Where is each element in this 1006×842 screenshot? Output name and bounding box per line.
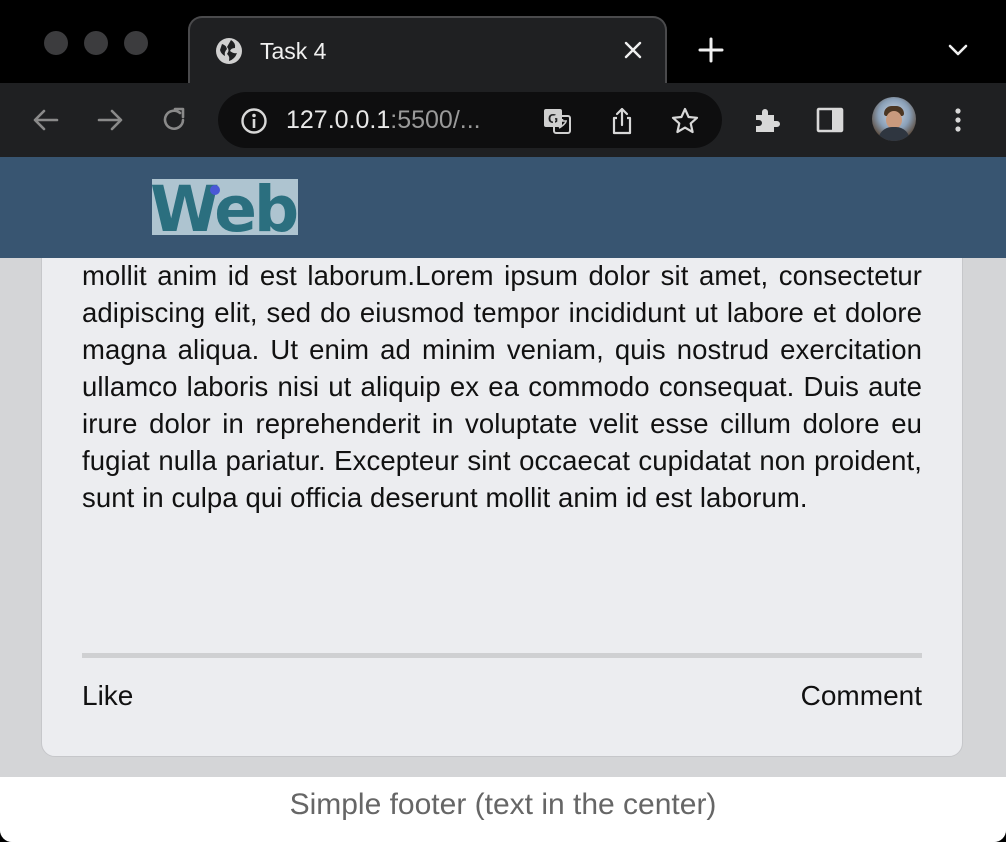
site-footer: Simple footer (text in the center) <box>0 777 1006 842</box>
url-path: :5500/... <box>390 106 481 134</box>
tab-task-4[interactable]: Task 4 <box>188 16 667 83</box>
profile-avatar[interactable] <box>872 97 916 141</box>
like-button[interactable]: Like <box>82 680 133 712</box>
forward-icon[interactable] <box>94 104 126 136</box>
logo-text: Web <box>152 179 298 235</box>
star-icon[interactable] <box>670 106 700 136</box>
address-bar[interactable]: 127.0.0.1:5500/... G <box>218 92 722 148</box>
window-close-button[interactable] <box>44 31 68 55</box>
info-icon[interactable] <box>240 107 268 135</box>
url-host: 127.0.0.1 <box>286 106 391 134</box>
footer-text: Simple footer (text in the center) <box>289 788 717 821</box>
back-icon[interactable] <box>30 104 62 136</box>
tab-title: Task 4 <box>260 38 327 64</box>
site-header: Web <box>0 157 1006 258</box>
share-icon[interactable] <box>607 106 637 136</box>
new-tab-icon[interactable] <box>697 36 725 64</box>
post-text: occaecat cupidatat non proident, sunt in… <box>82 223 922 513</box>
page-viewport[interactable]: occaecat cupidatat non proident, sunt in… <box>0 157 1006 842</box>
post-divider <box>82 653 922 658</box>
site-logo[interactable]: Web <box>152 179 298 235</box>
extensions-icon[interactable] <box>750 104 782 136</box>
browser-toolbar: 127.0.0.1:5500/... G <box>0 83 1006 157</box>
menu-icon[interactable] <box>942 104 974 136</box>
url-text: 127.0.0.1:5500/... <box>286 106 481 135</box>
close-icon[interactable] <box>621 38 645 62</box>
browser-window: Task 4 127.0.0.1:5500/... G mollit anim … <box>0 0 1006 842</box>
translate-icon[interactable]: G <box>542 106 572 136</box>
post-card: occaecat cupidatat non proident, sunt in… <box>41 197 963 757</box>
sidepanel-icon[interactable] <box>814 104 846 136</box>
reload-icon[interactable] <box>158 104 190 136</box>
globe-icon <box>216 38 242 64</box>
window-maximize-button[interactable] <box>124 31 148 55</box>
window-minimize-button[interactable] <box>84 31 108 55</box>
logo-dot <box>210 185 220 195</box>
chevron-down-icon[interactable] <box>946 40 970 60</box>
tab-strip: Task 4 <box>0 0 1006 83</box>
comment-button[interactable]: Comment <box>801 680 922 712</box>
